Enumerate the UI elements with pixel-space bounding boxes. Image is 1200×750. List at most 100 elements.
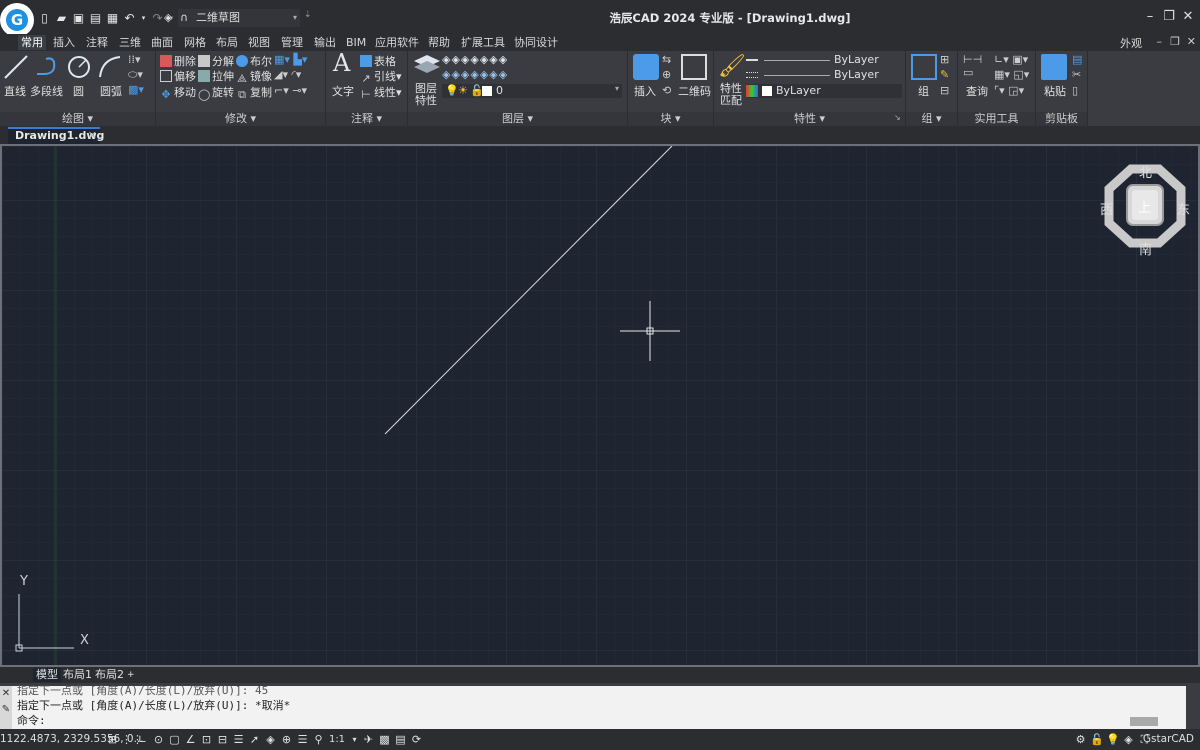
tab-3d[interactable]: 三维 bbox=[116, 35, 144, 50]
save-icon[interactable]: ▣ bbox=[72, 11, 85, 25]
circle-button[interactable]: 圆 bbox=[73, 83, 84, 99]
lineweight-dropdown[interactable]: ByLayer bbox=[746, 68, 902, 82]
chevron-down-icon[interactable]: ▾ bbox=[348, 733, 361, 746]
close-tab-icon[interactable]: ✕ bbox=[88, 129, 97, 143]
tab-home[interactable]: 常用 bbox=[18, 35, 46, 50]
tab-extensions[interactable]: 扩展工具 bbox=[458, 35, 508, 50]
selection-cycle-icon[interactable]: ➚ bbox=[248, 733, 261, 746]
viewcube[interactable]: 北 南 西 东 上 bbox=[1100, 162, 1190, 258]
document-tab[interactable]: Drawing1.dwg ✕ bbox=[8, 127, 104, 144]
mirror-button[interactable]: ⟁ 镜像 bbox=[236, 68, 272, 85]
erase-button[interactable]: 删除 bbox=[160, 53, 196, 69]
panel-title-properties[interactable]: 特性 ▾ bbox=[714, 112, 905, 126]
workspace-select[interactable]: ◈ ∩ 二维草图 ▾ bbox=[164, 9, 300, 27]
tab-surface[interactable]: 曲面 bbox=[148, 35, 176, 50]
circle-icon[interactable] bbox=[66, 54, 92, 80]
grid-toggle-icon[interactable]: ⊞ bbox=[106, 733, 119, 746]
viewcube-west[interactable]: 西 bbox=[1100, 199, 1113, 218]
panel-title-utilities[interactable]: 实用工具 bbox=[958, 112, 1035, 126]
customize-qat-icon[interactable]: ⇣ bbox=[304, 10, 312, 20]
select-icon[interactable]: ⌜▾ ◲▾ bbox=[994, 84, 1024, 97]
command-window-handle[interactable]: ✕ ✎ bbox=[0, 686, 12, 729]
isolate-objects-icon[interactable]: 💡 bbox=[1106, 733, 1120, 746]
drawing-canvas[interactable]: Y X bbox=[0, 144, 1200, 667]
match-properties-icon[interactable]: 🖌 bbox=[718, 54, 746, 80]
tab-layout2[interactable]: 布局2 bbox=[92, 668, 127, 682]
linetype-dropdown[interactable]: ByLayer bbox=[746, 53, 902, 67]
attribute-icon[interactable]: ⊕ bbox=[662, 68, 671, 81]
panel-title-draw[interactable]: 绘图 ▾ bbox=[0, 112, 155, 126]
panel-title-modify[interactable]: 修改 ▾ bbox=[156, 112, 325, 126]
tab-collaboration[interactable]: 协同设计 bbox=[511, 35, 561, 50]
panel-title-group[interactable]: 组 ▾ bbox=[906, 112, 957, 126]
undo-icon[interactable]: ↶ bbox=[123, 11, 136, 25]
tab-help[interactable]: 帮助 bbox=[425, 35, 453, 50]
ortho-toggle-icon[interactable]: ∟ bbox=[136, 733, 149, 746]
insert-block-icon[interactable] bbox=[633, 54, 659, 80]
annotation-scale-icon[interactable]: ⚲ bbox=[312, 733, 325, 746]
insert-button[interactable]: 插入 bbox=[634, 83, 656, 99]
undo-dropdown-icon[interactable]: ▾ bbox=[140, 12, 147, 25]
block-define-icon[interactable]: ⟲ bbox=[662, 84, 671, 97]
viewcube-top[interactable]: 上 bbox=[1138, 197, 1151, 216]
command-scroll-thumb[interactable] bbox=[1130, 717, 1158, 726]
cut-icon[interactable]: ✂ bbox=[1072, 68, 1081, 81]
command-scrollbar[interactable] bbox=[1186, 686, 1200, 729]
layer-dropdown[interactable]: 💡 ☀ 🔓 0 ▾ bbox=[442, 84, 622, 98]
line-button[interactable]: 直线 bbox=[4, 83, 26, 99]
viewcube-north[interactable]: 北 bbox=[1139, 162, 1152, 181]
dynamic-input-icon[interactable]: ⊟ bbox=[216, 733, 229, 746]
tab-model[interactable]: 模型 bbox=[33, 668, 61, 682]
color-dropdown[interactable]: ByLayer bbox=[746, 84, 902, 98]
zoom-icon[interactable]: ⊕ bbox=[280, 733, 293, 746]
group-button[interactable]: 组 bbox=[918, 83, 929, 99]
tab-layout1[interactable]: 布局1 bbox=[60, 668, 95, 682]
boolean-button[interactable]: 布尔 bbox=[236, 53, 272, 69]
layer-properties-button[interactable]: 图层 特性 bbox=[415, 83, 437, 107]
arc-icon[interactable] bbox=[97, 54, 123, 80]
ribbon-minimize-icon[interactable]: – bbox=[1157, 35, 1163, 48]
tab-mesh[interactable]: 网格 bbox=[181, 35, 209, 50]
wrench-icon[interactable]: ✎ bbox=[0, 704, 12, 715]
grid-icon[interactable]: ▦▾ ◱▾ bbox=[994, 68, 1029, 81]
hatch-icon[interactable]: ▩▾ bbox=[128, 83, 144, 96]
add-layout-button[interactable]: + bbox=[124, 668, 138, 682]
copy-clip-icon[interactable]: ▤ bbox=[1072, 53, 1082, 66]
close-command-icon[interactable]: ✕ bbox=[0, 688, 12, 699]
tab-layout[interactable]: 布局 bbox=[213, 35, 241, 50]
measure-icon[interactable]: ⊢⊣ bbox=[963, 53, 982, 66]
appearance-menu[interactable]: 外观 bbox=[1120, 35, 1142, 51]
point-icon[interactable]: ⁞⁞▾ bbox=[128, 53, 141, 66]
text-button[interactable]: 文字 bbox=[332, 83, 354, 99]
save-as-icon[interactable]: ▤ bbox=[89, 11, 102, 25]
copy-button[interactable]: ⧉ 复制 bbox=[236, 84, 272, 101]
tab-manage[interactable]: 管理 bbox=[278, 35, 306, 50]
hardware-acceleration-icon[interactable]: ◈ bbox=[1122, 733, 1135, 746]
ungroup-icon[interactable]: ⊞ bbox=[940, 53, 949, 66]
lock-ui-icon[interactable]: 🔓 bbox=[1090, 733, 1104, 746]
transparency-icon[interactable]: ▩ bbox=[378, 733, 391, 746]
paste-button[interactable]: 粘贴 bbox=[1044, 83, 1066, 99]
osnap-toggle-icon[interactable]: ▢ bbox=[168, 733, 181, 746]
rotate-button[interactable]: ◯ 旋转 bbox=[198, 84, 234, 101]
snap-toggle-icon[interactable]: ⋮⋮ bbox=[121, 733, 143, 746]
panel-title-clipboard[interactable]: 剪贴板 bbox=[1036, 112, 1087, 126]
command-prompt[interactable]: 命令: bbox=[17, 712, 46, 728]
lineweight-toggle-icon[interactable]: ☰ bbox=[232, 733, 245, 746]
polar-toggle-icon[interactable]: ⊙ bbox=[152, 733, 165, 746]
block-edit-icon[interactable]: ⇆ bbox=[662, 53, 671, 66]
move-button[interactable]: ✥ 移动 bbox=[160, 84, 196, 101]
panel-title-layers[interactable]: 图层 ▾ bbox=[408, 112, 627, 126]
paste-special-icon[interactable]: ▯ bbox=[1072, 84, 1078, 97]
ribbon-close-icon[interactable]: ✕ bbox=[1187, 35, 1196, 48]
array-icon[interactable]: ▦▾ ▙▾ bbox=[274, 53, 307, 66]
stretch-button[interactable]: 拉伸 bbox=[198, 68, 234, 84]
polyline-icon[interactable] bbox=[34, 54, 60, 80]
offset-button[interactable]: 偏移 bbox=[160, 68, 196, 84]
text-icon[interactable]: A bbox=[333, 49, 350, 77]
pan-icon[interactable]: ☰ bbox=[296, 733, 309, 746]
group-select-icon[interactable]: ⊟ bbox=[940, 84, 949, 97]
tab-view[interactable]: 视图 bbox=[245, 35, 273, 50]
annotation-visibility-icon[interactable]: ◈ bbox=[264, 733, 277, 746]
viewcube-east[interactable]: 东 bbox=[1177, 199, 1190, 218]
